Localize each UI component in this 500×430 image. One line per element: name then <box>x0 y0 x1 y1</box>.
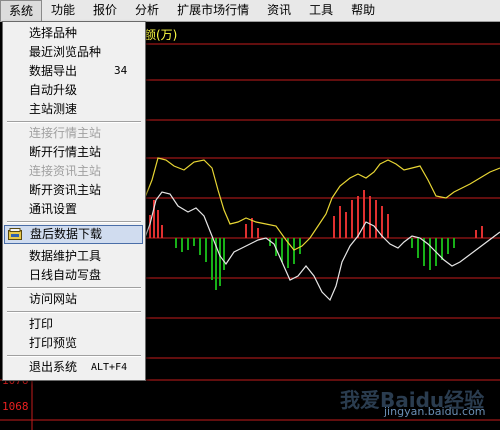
menu-item-exit-system[interactable]: 退出系统 ALT+F4 <box>3 358 145 377</box>
menu-item-recent-instruments[interactable]: 最近浏览品种 <box>3 43 145 62</box>
menu-item-label: 数据维护工具 <box>29 249 102 263</box>
menu-quote[interactable]: 报价 <box>84 0 126 21</box>
menu-item-label: 日线自动写盘 <box>29 268 102 282</box>
menu-item-print[interactable]: 打印 <box>3 315 145 334</box>
menu-tools[interactable]: 工具 <box>300 0 342 21</box>
menu-item-label: 退出系统 <box>29 360 78 374</box>
menu-item-daily-auto-write[interactable]: 日线自动写盘 <box>3 266 145 285</box>
watermark-url: jingyan.baidu.com <box>384 405 486 418</box>
download-data-icon <box>8 228 22 240</box>
menu-item-label: 断开资讯主站 <box>29 183 102 197</box>
annotation-note: 34 <box>114 64 128 77</box>
menu-item-connect-news-server: 连接资讯主站 <box>3 162 145 181</box>
menu-item-comm-settings[interactable]: 通讯设置 <box>3 200 145 219</box>
menu-item-label: 连接资讯主站 <box>29 164 102 178</box>
menu-separator <box>7 121 141 123</box>
menu-item-visit-website[interactable]: 访问网站 <box>3 290 145 309</box>
menu-analysis[interactable]: 分析 <box>126 0 168 21</box>
histogram-bars <box>149 190 483 290</box>
menu-help[interactable]: 帮助 <box>342 0 384 21</box>
menu-item-label: 数据导出 <box>29 64 78 78</box>
menu-item-shortcut: ALT+F4 <box>91 362 128 373</box>
menu-item-label: 访问网站 <box>29 292 78 306</box>
menu-item-data-maintenance[interactable]: 数据维护工具 <box>3 247 145 266</box>
menu-item-after-hours-download[interactable]: 盘后数据下载 <box>4 225 143 244</box>
menu-extended-market[interactable]: 扩展市场行情 <box>168 0 258 21</box>
menu-item-label: 打印 <box>29 317 54 331</box>
menu-function[interactable]: 功能 <box>42 0 84 21</box>
menu-separator <box>7 287 141 289</box>
menu-separator <box>7 221 141 223</box>
menu-item-connect-quote-server: 连接行情主站 <box>3 124 145 143</box>
menu-item-print-preview[interactable]: 打印预览 <box>3 334 145 353</box>
white-indicator-line <box>143 191 500 302</box>
menu-bar: 系统 功能 报价 分析 扩展市场行情 资讯 工具 帮助 <box>0 0 500 22</box>
menu-news[interactable]: 资讯 <box>258 0 300 21</box>
menu-item-label: 盘后数据下载 <box>30 227 103 241</box>
chart-title: 额(万) <box>144 28 178 42</box>
menu-item-label: 连接行情主站 <box>29 126 102 140</box>
y-axis-label: 1068 <box>2 400 29 413</box>
menu-separator <box>7 311 141 313</box>
menu-item-label: 自动升级 <box>29 83 78 97</box>
yellow-indicator-line <box>143 157 500 251</box>
menu-item-label: 主站测速 <box>29 102 78 116</box>
menu-item-disconnect-quote-server[interactable]: 断开行情主站 <box>3 143 145 162</box>
menu-system[interactable]: 系统 <box>0 0 43 21</box>
menu-item-label: 通讯设置 <box>29 202 78 216</box>
menu-item-select-instrument[interactable]: 选择品种 <box>3 24 145 43</box>
menu-item-auto-upgrade[interactable]: 自动升级 <box>3 81 145 100</box>
menu-item-disconnect-news-server[interactable]: 断开资讯主站 <box>3 181 145 200</box>
menu-item-server-speed-test[interactable]: 主站测速 <box>3 100 145 119</box>
menu-item-label: 打印预览 <box>29 336 78 350</box>
menu-item-label: 最近浏览品种 <box>29 45 102 59</box>
menu-item-label: 断开行情主站 <box>29 145 102 159</box>
menu-separator <box>7 355 141 357</box>
menu-item-label: 选择品种 <box>29 26 78 40</box>
